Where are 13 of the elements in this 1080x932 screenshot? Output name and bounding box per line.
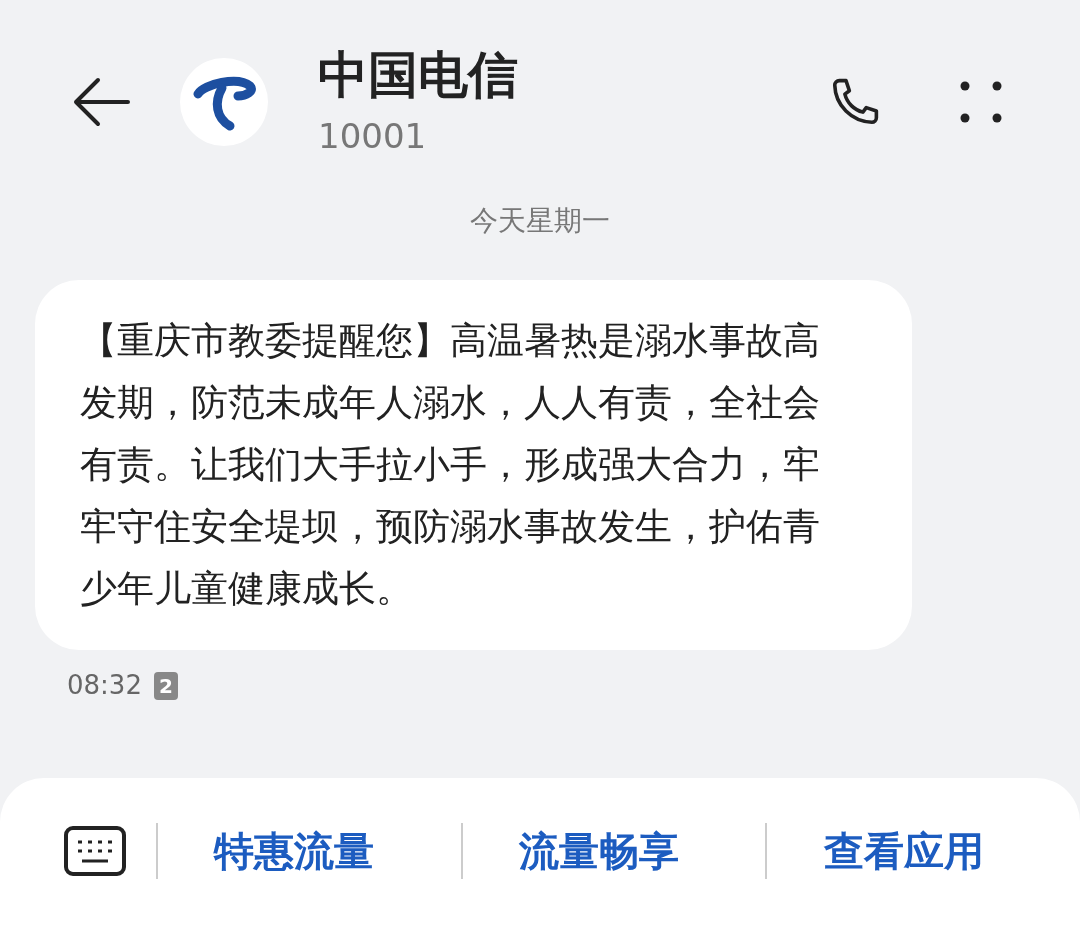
date-divider: 今天星期一 bbox=[470, 203, 610, 239]
more-icon[interactable] bbox=[960, 81, 1002, 123]
quick-reply-button[interactable]: 查看应用 bbox=[767, 821, 1040, 881]
quick-reply-button[interactable]: 流量畅享 bbox=[462, 821, 736, 881]
logo-icon bbox=[180, 58, 268, 146]
message-time: 08:32 bbox=[67, 669, 142, 702]
message-text: 【重庆市教委提醒您】高温暑热是溺水事故高发期，防范未成年人溺水，人人有责，全社会有责。让我们大手拉小手，形成强大合力，牢牢守住安全堤坝，预防溺水事故发生，护佑青少年儿童健康成长。 bbox=[80, 318, 821, 612]
keyboard-icon[interactable] bbox=[64, 826, 126, 876]
contact-name: 中国电信 bbox=[318, 45, 518, 105]
contact-number: 10001 bbox=[318, 115, 428, 158]
quick-reply-button[interactable]: 特惠流量 bbox=[158, 821, 431, 881]
sim-badge: 2 bbox=[153, 671, 178, 700]
back-icon[interactable] bbox=[72, 77, 130, 127]
